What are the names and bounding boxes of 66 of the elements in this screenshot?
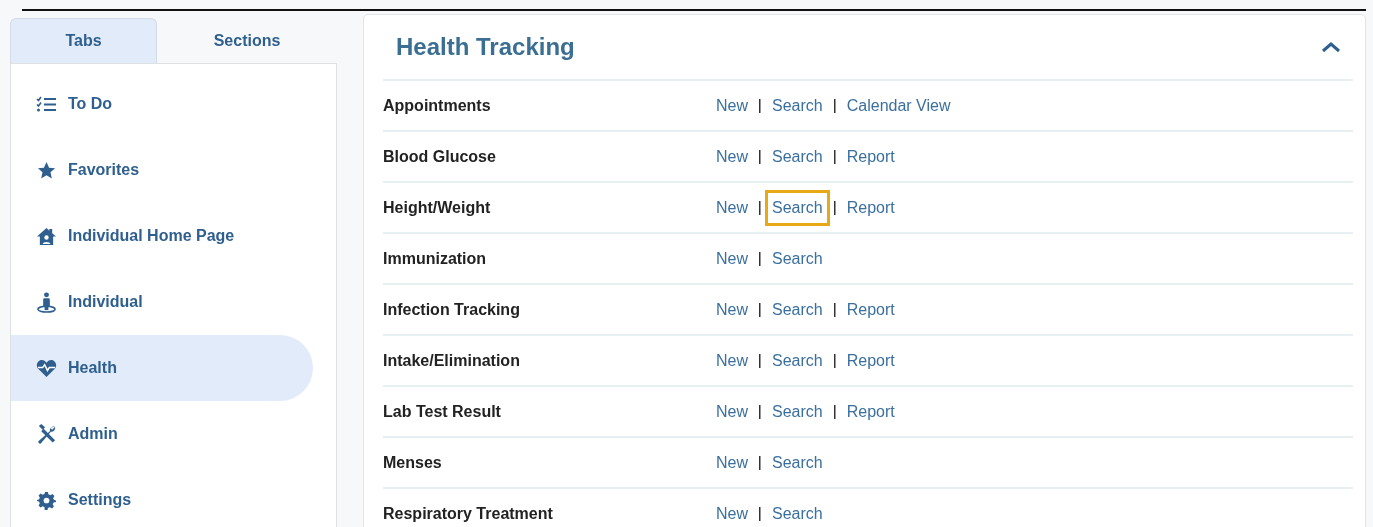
action-link[interactable]: Report: [839, 189, 902, 226]
action-link[interactable]: Report: [839, 138, 902, 175]
checklist-icon: [35, 96, 57, 112]
row-label: Blood Glucose: [383, 147, 497, 166]
action-link[interactable]: Report: [839, 393, 902, 430]
nav-item[interactable]: Settings: [11, 467, 313, 527]
row-label: Intake/Elimination: [383, 351, 521, 370]
action-link[interactable]: New: [709, 291, 755, 328]
row-label: Respiratory Treatment: [383, 504, 554, 523]
chevron-up-icon: [1321, 41, 1341, 53]
link-separator: [759, 200, 761, 215]
action-link[interactable]: New: [709, 189, 755, 226]
row-label: Immunization: [383, 249, 488, 268]
heartbeat-icon: [35, 358, 57, 378]
link-separator: [759, 404, 761, 419]
action-link[interactable]: New: [709, 240, 755, 277]
action-link[interactable]: New: [709, 87, 755, 124]
link-separator: [759, 506, 761, 521]
link-separator: [759, 98, 761, 113]
link-separator: [759, 455, 761, 470]
action-link[interactable]: Search: [765, 87, 830, 124]
action-link[interactable]: Search: [765, 189, 830, 226]
row-label: Appointments: [383, 96, 492, 115]
row-label: Lab Test Result: [383, 402, 502, 421]
action-link[interactable]: Calendar View: [839, 87, 958, 124]
action-link[interactable]: Search: [765, 291, 830, 328]
action-link[interactable]: Search: [765, 138, 830, 175]
nav-item[interactable]: Health: [11, 335, 313, 401]
nav-item[interactable]: Individual Home Page: [11, 203, 313, 269]
action-link[interactable]: Report: [839, 342, 902, 379]
settings-icon: [35, 490, 57, 510]
nav-item[interactable]: Favorites: [11, 137, 313, 203]
action-link[interactable]: Search: [765, 495, 830, 527]
link-separator: [833, 149, 836, 164]
link-separator: [833, 200, 836, 215]
panel-tab[interactable]: Tabs: [10, 18, 157, 63]
nav-item[interactable]: Admin: [11, 401, 313, 467]
link-separator: [833, 353, 836, 368]
action-link[interactable]: Search: [765, 342, 830, 379]
row-label: Menses: [383, 453, 443, 472]
person-icon: [35, 291, 57, 313]
house-icon: [35, 226, 57, 246]
link-separator: [833, 302, 836, 317]
section-title: Health Tracking: [396, 33, 575, 61]
action-link[interactable]: New: [709, 444, 755, 481]
action-link[interactable]: Search: [765, 240, 830, 277]
link-separator: [759, 251, 761, 266]
link-separator: [759, 149, 761, 164]
action-link[interactable]: New: [709, 138, 755, 175]
link-separator: [833, 98, 836, 113]
link-separator: [833, 404, 836, 419]
tools-icon: [35, 423, 57, 445]
star-icon: [35, 160, 57, 180]
nav-item[interactable]: Individual: [11, 269, 313, 335]
nav-item[interactable]: To Do: [11, 71, 313, 137]
action-link[interactable]: New: [709, 393, 755, 430]
row-label: Height/Weight: [383, 198, 492, 217]
action-link[interactable]: New: [709, 342, 755, 379]
action-link[interactable]: Report: [839, 291, 902, 328]
panel-tab[interactable]: Sections: [157, 18, 337, 63]
action-link[interactable]: New: [709, 495, 755, 527]
action-link[interactable]: Search: [765, 393, 830, 430]
row-label: Infection Tracking: [383, 300, 521, 319]
action-link[interactable]: Search: [765, 444, 830, 481]
link-separator: [759, 302, 761, 317]
link-separator: [759, 353, 761, 368]
